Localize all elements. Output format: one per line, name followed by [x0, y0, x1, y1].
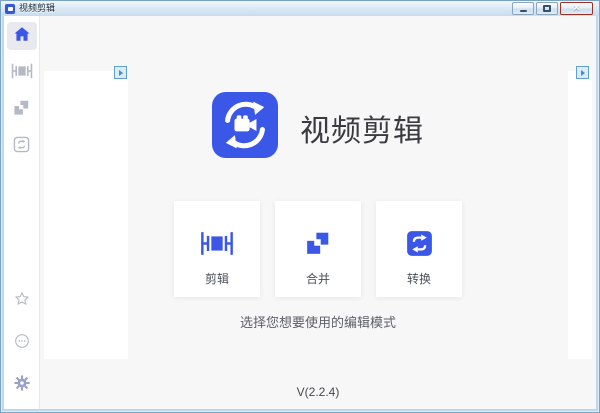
sidebar-item-convert[interactable] — [7, 133, 37, 161]
sidebar-bottom — [7, 287, 37, 399]
window-title: 视频剪辑 — [19, 3, 56, 13]
sidebar — [4, 16, 40, 409]
sidebar-item-trim[interactable] — [7, 59, 37, 87]
more-circle-icon — [13, 332, 31, 355]
close-icon: × — [573, 2, 580, 14]
trim-icon — [200, 225, 234, 261]
sidebar-item-home[interactable] — [6, 22, 37, 50]
trim-icon — [11, 63, 33, 84]
convert-icon — [13, 136, 30, 158]
mode-card-label: 合并 — [305, 272, 330, 286]
hero: 视频剪辑 — [212, 92, 424, 163]
sidebar-item-favorite[interactable] — [7, 287, 37, 315]
sidebar-item-settings[interactable] — [7, 371, 37, 399]
sidebar-item-more[interactable] — [7, 329, 37, 357]
mode-card-trim[interactable]: 剪辑 — [174, 201, 260, 297]
triangle-right-icon — [580, 69, 585, 76]
merge-icon — [13, 99, 30, 121]
star-icon — [13, 290, 31, 313]
app-logo-icon — [212, 92, 278, 163]
mode-cards: 剪辑 合并 转换 — [174, 201, 462, 297]
merge-icon — [305, 225, 331, 261]
maximize-button[interactable] — [536, 2, 558, 15]
convert-icon — [406, 225, 433, 261]
title-bar: 视频剪辑 × — [1, 1, 599, 16]
mode-card-label: 转换 — [406, 272, 431, 286]
right-panel — [568, 71, 592, 359]
gear-icon — [13, 374, 31, 397]
mode-select-hint: 选择您想要使用的编辑模式 — [239, 315, 396, 330]
mode-card-convert[interactable]: 转换 — [376, 201, 462, 297]
main-area: 视频剪辑 剪辑 合并 转换 选择您想要使用的编辑模式 V(2.2.4) — [40, 16, 596, 409]
app-icon — [5, 3, 15, 14]
app-name-text: 视频剪辑 — [300, 114, 424, 148]
client-area: 视频剪辑 剪辑 合并 转换 选择您想要使用的编辑模式 V(2.2.4) — [4, 16, 596, 409]
window-controls: × — [512, 2, 595, 15]
minimize-button[interactable] — [512, 2, 534, 15]
close-button[interactable]: × — [560, 2, 593, 15]
minimize-icon — [519, 10, 527, 12]
sidebar-item-merge[interactable] — [7, 96, 37, 124]
left-panel-toggle-button[interactable] — [114, 66, 127, 79]
right-panel-toggle-button[interactable] — [576, 66, 589, 79]
version-text: V(2.2.4) — [296, 385, 340, 399]
maximize-icon — [543, 5, 551, 12]
home-icon — [13, 25, 31, 48]
mode-card-label: 剪辑 — [204, 272, 229, 286]
left-panel — [44, 71, 128, 359]
app-window: 视频剪辑 × 视频剪辑 剪辑 合并 转换 选择您想要使用的编辑模式 V(2.2.… — [0, 0, 600, 413]
triangle-right-icon — [118, 69, 123, 76]
mode-card-merge[interactable]: 合并 — [275, 201, 361, 297]
